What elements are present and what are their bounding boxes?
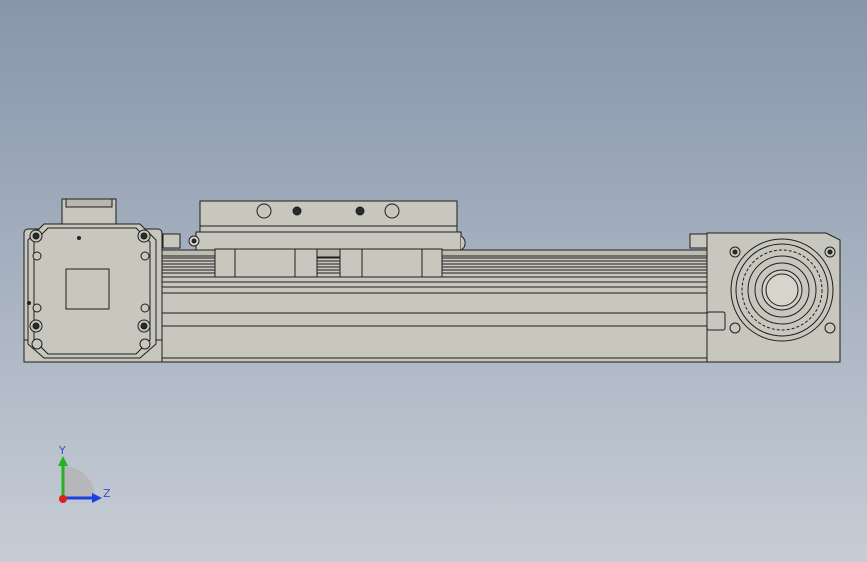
end-block[interactable] bbox=[706, 232, 841, 363]
z-axis-label: Z bbox=[103, 487, 111, 500]
x-axis-dot bbox=[59, 495, 67, 503]
y-axis-label: Y bbox=[58, 444, 66, 457]
stopper-right bbox=[689, 233, 709, 249]
cad-viewport[interactable]: Y Z bbox=[0, 0, 867, 562]
stopper-left bbox=[162, 233, 181, 249]
